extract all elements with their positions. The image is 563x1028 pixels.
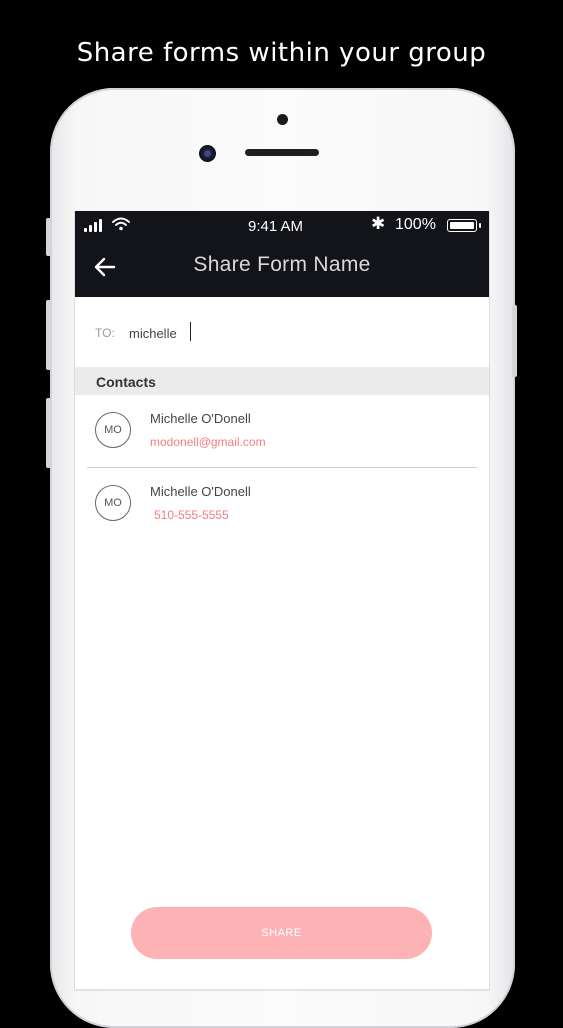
battery-icon — [447, 219, 481, 232]
contact-phone: 510-555-5555 — [154, 508, 229, 522]
signal-icon — [84, 219, 108, 232]
phone-volume-up-button — [46, 300, 51, 370]
bluetooth-icon: ✱ — [371, 214, 386, 233]
status-bar: 9:41 AM ✱ 100% — [75, 211, 489, 241]
contact-name: Michelle O'Donell — [150, 411, 251, 426]
promo-caption: Share forms within your group — [76, 38, 487, 68]
phone-side-button — [46, 218, 51, 256]
app-screen: 9:41 AM ✱ 100% Share Form Name TO: Conta… — [74, 211, 490, 991]
front-camera — [199, 145, 216, 162]
proximity-sensor — [277, 114, 288, 125]
earpiece-speaker — [245, 149, 319, 156]
page-title: Share Form Name — [193, 253, 371, 276]
list-divider — [87, 467, 477, 468]
contact-list-item[interactable]: MO Michelle O'Donell 510-555-5555 — [75, 474, 489, 544]
phone-power-button — [512, 305, 517, 377]
app-header: 9:41 AM ✱ 100% Share Form Name — [75, 211, 489, 297]
contacts-section-header: Contacts — [75, 367, 489, 395]
text-cursor — [190, 322, 191, 341]
status-time: 9:41 AM — [248, 218, 304, 235]
to-label: TO: — [95, 326, 115, 340]
avatar: MO — [95, 412, 131, 448]
contact-name: Michelle O'Donell — [150, 484, 251, 499]
contact-list-item[interactable]: MO Michelle O'Donell modonell@gmail.com — [75, 401, 489, 471]
share-button[interactable]: SHARE — [131, 907, 432, 959]
recipient-row: TO: — [75, 297, 489, 367]
wifi-icon — [112, 217, 130, 231]
phone-volume-down-button — [46, 398, 51, 468]
contact-email: modonell@gmail.com — [150, 435, 266, 449]
bottom-divider — [75, 989, 489, 991]
contacts-label: Contacts — [96, 374, 156, 390]
battery-percent: 100% — [395, 216, 436, 233]
recipient-input[interactable] — [129, 321, 449, 345]
avatar: MO — [95, 485, 131, 521]
